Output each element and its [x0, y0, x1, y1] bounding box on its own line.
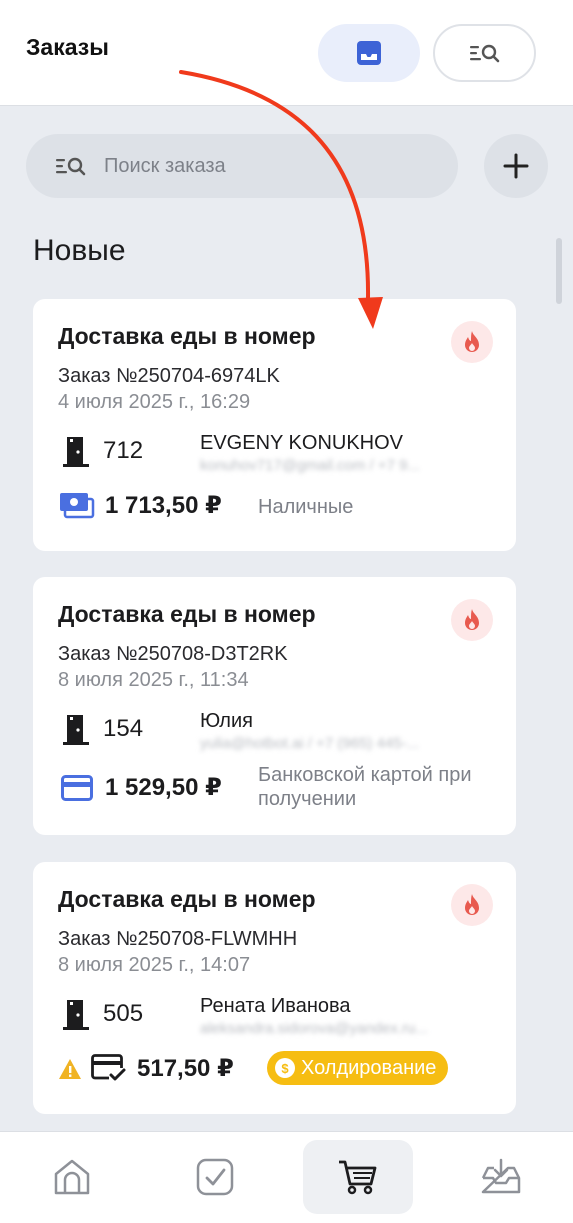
guest-name: Рената Иванова: [200, 995, 351, 1017]
fire-icon: [465, 894, 479, 915]
order-number: Заказ №250704-6974LK: [58, 365, 280, 387]
checkbox-icon: [196, 1158, 234, 1196]
order-amount: 517,50 ₽: [137, 1055, 234, 1082]
list-search-view-button[interactable]: [433, 24, 536, 82]
warning-icon: [59, 1059, 81, 1079]
order-title: Доставка еды в номер: [58, 886, 316, 912]
card-check-icon: [91, 1054, 126, 1081]
section-title-new: Новые: [33, 234, 126, 267]
coin-icon: $: [275, 1058, 295, 1078]
door-icon: [63, 437, 89, 467]
room-number: 154: [103, 715, 144, 742]
guest-contact: konuhov717@gmail.com / +7 9...: [200, 457, 420, 474]
plus-icon: [503, 153, 529, 179]
order-card[interactable]: Доставка еды в номер Заказ №250708-FLWMH…: [33, 862, 516, 1114]
room-number: 505: [103, 1000, 144, 1027]
page-title: Заказы: [26, 34, 109, 60]
home-icon: [54, 1159, 90, 1195]
fire-icon: [465, 331, 479, 352]
urgent-badge: [451, 884, 493, 926]
order-amount: 1 529,50 ₽: [105, 774, 222, 801]
guest-name: EVGENY KONUKHOV: [200, 432, 404, 454]
order-date: 8 июля 2025 г., 14:07: [58, 954, 251, 976]
room-number: 712: [103, 437, 144, 464]
nav-inbox[interactable]: [446, 1140, 556, 1214]
order-number: Заказ №250708-FLWMHH: [58, 928, 298, 950]
app-header: Заказы: [0, 0, 573, 106]
guest-name: Юлия: [200, 710, 253, 732]
nav-orders[interactable]: [303, 1140, 413, 1214]
order-amount: 1 713,50 ₽: [105, 492, 222, 519]
bottom-navigation: [0, 1131, 573, 1223]
door-icon: [63, 715, 89, 745]
order-number: Заказ №250708-D3T2RK: [58, 643, 288, 665]
order-card[interactable]: Доставка еды в номер Заказ №250708-D3T2R…: [33, 577, 516, 835]
status-badge: $ Холдирование: [267, 1051, 449, 1085]
door-icon: [63, 1000, 89, 1030]
order-date: 8 июля 2025 г., 11:34: [58, 669, 249, 691]
list-search-icon: [469, 44, 499, 63]
add-order-button[interactable]: [484, 134, 548, 198]
urgent-badge: [451, 599, 493, 641]
cart-icon: [339, 1160, 377, 1195]
order-date: 4 июля 2025 г., 16:29: [58, 391, 251, 413]
inbox-icon: [357, 41, 381, 65]
guest-contact: aleksandra.sidorova@yandex.ru...: [200, 1020, 428, 1037]
search-input[interactable]: [104, 154, 424, 178]
nav-home[interactable]: [17, 1140, 127, 1214]
status-badge-label: Холдирование: [301, 1056, 437, 1079]
order-card[interactable]: Доставка еды в номер Заказ №250704-6974L…: [33, 299, 516, 551]
payment-method: Банковской картой при получении: [258, 764, 472, 810]
search-field[interactable]: [26, 134, 458, 198]
inbox-view-button[interactable]: [318, 24, 420, 82]
order-title: Доставка еды в номер: [58, 323, 316, 349]
nav-tasks[interactable]: [160, 1140, 270, 1214]
cash-icon: [60, 493, 95, 519]
urgent-badge: [451, 321, 493, 363]
guest-contact: yulia@hotbot.ai / +7 (965) 445-...: [200, 735, 420, 752]
credit-card-icon: [61, 775, 93, 801]
inbox-download-icon: [481, 1158, 521, 1194]
payment-method: Наличные: [258, 496, 354, 518]
order-title: Доставка еды в номер: [58, 601, 316, 627]
fire-icon: [465, 609, 479, 630]
scrollbar[interactable]: [556, 238, 562, 304]
list-search-icon: [56, 157, 86, 176]
